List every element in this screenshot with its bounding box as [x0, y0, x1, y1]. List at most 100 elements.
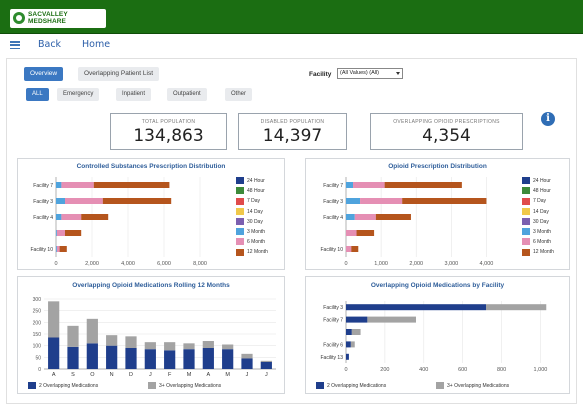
x-tick-label: 4,000 [121, 261, 135, 267]
bar-segment-3-month [56, 198, 65, 204]
legend-item-7-day[interactable]: 7 Day [522, 197, 546, 205]
legend-item-24-hour[interactable]: 24 Hour [236, 177, 265, 185]
logo-line1: SACVALLEY [28, 11, 68, 18]
legend-item-12-month[interactable]: 12 Month [236, 248, 268, 256]
y-tick-label: Facility 10 [30, 247, 53, 253]
legend-item-3-month[interactable]: 3 Month [522, 228, 551, 236]
legend-label: 12 Month [247, 249, 268, 256]
legend-item-14-day[interactable]: 14 Day [522, 207, 549, 216]
hamburger-menu-icon[interactable] [10, 41, 20, 50]
legend-item-3-overlapping-medications[interactable]: 3+ Overlapping Medications [148, 382, 221, 390]
y-tick-label: Facility 10 [320, 247, 343, 253]
x-tick-label: A [52, 372, 56, 378]
bar-segment-12-month [93, 182, 170, 188]
y-tick-label: 150 [33, 332, 42, 338]
bar-segment-3-month [346, 182, 354, 188]
tab-all[interactable]: ALL [26, 88, 49, 101]
legend-item-30-day[interactable]: 30 Day [522, 217, 549, 226]
legend-swatch [522, 248, 530, 256]
legend-swatch [148, 382, 156, 390]
sacvalley-medshare-logo[interactable]: SACVALLEY MEDSHARE [10, 9, 106, 28]
bar-segment-2-overlapping-medications [202, 348, 214, 369]
legend-swatch [316, 382, 324, 390]
back-link[interactable]: Back [38, 39, 61, 50]
bar-segment-2-overlapping-medications [67, 346, 79, 369]
legend-item-14-day[interactable]: 14 Day [236, 207, 263, 216]
facility-select[interactable]: (All Values) (All) [337, 68, 403, 79]
opioid-prescription-chart-panel: Opioid Prescription Distribution 0 1,000 2… [305, 158, 570, 270]
legend-item-24-hour[interactable]: 24 Hour [522, 177, 551, 185]
home-link[interactable]: Home [82, 39, 110, 50]
tab-other[interactable]: Other [225, 88, 253, 101]
bar-segment-2-overlapping-medications [164, 350, 176, 369]
legend-label: 7 Day [247, 198, 261, 205]
x-tick-label: A [206, 372, 210, 378]
tab-outpatient[interactable]: Outpatient [167, 88, 207, 101]
legend-swatch [236, 248, 244, 256]
legend-item-48-hour[interactable]: 48 Hour [522, 187, 551, 195]
nav-bar: Back Home [0, 34, 583, 56]
legend-item-30-day[interactable]: 30 Day [236, 217, 263, 226]
tab-inpatient[interactable]: Inpatient [116, 88, 152, 101]
y-tick-label: Facility 4 [33, 215, 53, 221]
tab-emergency[interactable]: Emergency [57, 88, 100, 101]
y-tick-label: 0 [38, 367, 41, 373]
tab-overview[interactable]: Overview [24, 67, 64, 81]
bar-segment-2-overlapping-medications [346, 329, 352, 335]
bar-segment-12-month [351, 246, 359, 252]
legend-item-6-month[interactable]: 6 Month [236, 238, 265, 246]
bar-segment-2-overlapping-medications [48, 337, 60, 369]
controlled-substances-chart-panel: Controlled Substances Prescription Distr… [17, 158, 285, 270]
legend-label: 48 Hour [533, 188, 551, 195]
legend-label: 6 Month [533, 239, 552, 246]
x-tick-label: M [225, 372, 230, 378]
bar-segment-3-month [56, 214, 62, 220]
legend-item-3-month[interactable]: 3 Month [236, 228, 265, 236]
bar-segment-12-month [356, 230, 375, 236]
app-header: SACVALLEY MEDSHARE [0, 0, 583, 34]
x-tick-label: J [246, 372, 249, 378]
tab-overlapping-patient-list[interactable]: Overlapping Patient List [78, 67, 160, 81]
legend-label: 30 Day [533, 218, 549, 225]
x-tick-label: S [71, 372, 75, 378]
facility-filter-label: Facility [309, 71, 332, 78]
legend-item-2-overlapping-medications[interactable]: 2 Overlapping Medications [28, 382, 98, 390]
x-tick-label: 1,000 [374, 261, 388, 267]
bar-segment-3-overlapping-medications [144, 342, 156, 350]
x-tick-label: 200 [380, 367, 389, 373]
info-icon[interactable]: i [541, 112, 555, 126]
legend-item-3-overlapping-medications[interactable]: 3+ Overlapping Medications [436, 382, 509, 390]
kpi-label: TOTAL POPULATION [141, 119, 196, 125]
legend-item-6-month[interactable]: 6 Month [522, 238, 551, 246]
legend-swatch [236, 228, 244, 236]
bar-segment-3-overlapping-medications [350, 341, 355, 348]
overlapping-by-facility-chart-panel: Overlapping Opioid Medications by Facili… [305, 276, 570, 394]
bar-segment-3-overlapping-medications [486, 304, 547, 311]
y-tick-label: 300 [33, 297, 42, 303]
legend-item-7-day[interactable]: 7 Day [236, 197, 260, 205]
bar-segment-3-month [346, 214, 355, 220]
legend-swatch [522, 197, 530, 205]
legend-label: 3 Month [247, 229, 266, 235]
bar-segment-6-month [65, 198, 103, 204]
overlapping-by-facility-chart: 0 200 400 600 800 1,000 Facility 3 Facility 7 Fa… [320, 301, 547, 373]
legend-item-2-overlapping-medications[interactable]: 2 Overlapping Medications [316, 382, 386, 390]
x-tick-label: 600 [458, 367, 467, 373]
legend-swatch [236, 197, 244, 205]
legend-item-12-month[interactable]: 12 Month [522, 248, 554, 256]
kpi-value: 4,354 [422, 126, 471, 146]
bar-segment-3-overlapping-medications [367, 316, 416, 323]
x-tick-label: 6,000 [157, 261, 171, 267]
kpi-disabled-population: DISABLED POPULATION 14,397 [238, 113, 347, 150]
legend-item-48-hour[interactable]: 48 Hour [236, 187, 265, 195]
legend-swatch [236, 207, 244, 215]
legend-label: 30 Day [247, 218, 263, 225]
bar-segment-12-month [102, 198, 172, 204]
bar-segment-2-overlapping-medications [183, 349, 195, 369]
x-tick-label: O [90, 372, 95, 378]
chevron-down-icon [396, 72, 400, 75]
bar-segment-12-month [81, 214, 109, 220]
legend-swatch [522, 187, 530, 195]
x-tick-label: 0 [54, 261, 57, 267]
bar-segment-12-month [375, 214, 411, 220]
